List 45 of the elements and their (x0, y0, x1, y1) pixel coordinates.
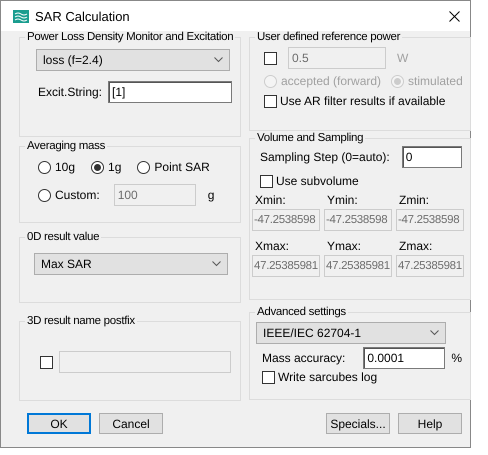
group-title: Averaging mass (26, 140, 106, 152)
checkbox-label: Write sarcubes log (278, 370, 378, 384)
input-field[interactable]: 0 (402, 146, 462, 168)
radio-option[interactable]: Point SAR (137, 160, 210, 174)
monitor-dropdown[interactable]: loss (f=2.4) (36, 49, 230, 71)
unit-label: g (208, 188, 214, 202)
waves-icon (13, 10, 29, 22)
group-title: 0D result value (26, 231, 100, 243)
checkbox[interactable] (40, 356, 53, 368)
chevron-down-icon (214, 57, 223, 63)
group-title: Power Loss Density Monitor and Excitation (26, 31, 234, 43)
field-label: Excit.String: (38, 85, 102, 99)
dialog-button[interactable]: OK (27, 413, 91, 434)
group-title: Advanced settings (256, 306, 347, 318)
checkbox[interactable] (262, 370, 275, 384)
dialog-button[interactable]: Specials... (326, 413, 390, 434)
input-field[interactable]: 0.0001 (363, 347, 446, 369)
field-label: Sampling Step (0=auto): (260, 150, 390, 164)
checkbox-label: Use subvolume (276, 174, 359, 188)
unit-label: W (397, 51, 408, 65)
field-label: Xmax: (254, 239, 290, 253)
unit-label: % (451, 351, 462, 365)
checkbox[interactable] (260, 174, 273, 188)
standard-dropdown[interactable]: IEEE/IEC 62704-1 (256, 322, 446, 344)
field-label: Zmin: (398, 193, 430, 207)
chevron-down-icon (430, 330, 439, 336)
field-label: Zmax: (398, 239, 434, 253)
input-field[interactable]: [1] (108, 81, 232, 103)
radio-option[interactable]: 1g (91, 160, 122, 174)
checkbox-label: Use AR filter results if available (280, 94, 446, 108)
dialog-button[interactable]: Help (398, 413, 462, 434)
group-title: 3D result name postfix (26, 315, 136, 327)
input-field[interactable] (59, 351, 231, 373)
field-label: Mass accuracy: (262, 351, 346, 365)
field-label: Xmin: (254, 193, 287, 207)
field-label: Ymin: (326, 193, 359, 207)
close-icon[interactable] (449, 10, 460, 22)
field-label: Ymax: (326, 239, 362, 253)
result-dropdown[interactable]: Max SAR (34, 253, 228, 275)
dialog-button[interactable]: Cancel (99, 413, 163, 434)
chevron-down-icon (212, 261, 221, 267)
radio-option[interactable]: 10g (38, 160, 76, 174)
group-title: Volume and Sampling (256, 132, 364, 144)
window-title: SAR Calculation (35, 8, 131, 24)
group-title: User defined reference power (256, 31, 402, 43)
